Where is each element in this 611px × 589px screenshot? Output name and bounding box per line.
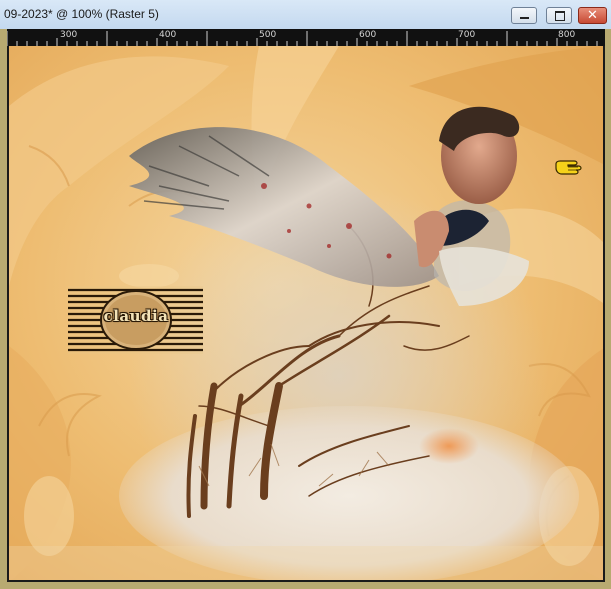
close-icon: ✕ bbox=[587, 8, 598, 23]
minimize-icon bbox=[520, 17, 529, 19]
image-window: 09-2023* @ 100% (Raster 5) ✕ 300 400 500… bbox=[0, 0, 611, 589]
close-button[interactable]: ✕ bbox=[578, 7, 607, 24]
ruler-label: 500 bbox=[259, 30, 277, 40]
minimize-button[interactable] bbox=[511, 7, 537, 24]
ruler-ticks bbox=[7, 31, 598, 46]
claudia-watermark: claudia bbox=[68, 286, 203, 354]
ruler-label: 600 bbox=[359, 30, 377, 40]
ruler-label: 700 bbox=[458, 30, 476, 40]
window-border-bottom bbox=[0, 582, 611, 589]
horizontal-ruler[interactable]: 300 400 500 600 700 800 bbox=[7, 29, 605, 46]
window-titlebar[interactable]: 09-2023* @ 100% (Raster 5) ✕ bbox=[0, 0, 611, 30]
pointing-hand-icon bbox=[554, 158, 588, 176]
maximize-icon bbox=[555, 11, 565, 21]
ruler-label: 400 bbox=[159, 30, 177, 40]
window-border-right bbox=[605, 29, 611, 589]
window-title: 09-2023* @ 100% (Raster 5) bbox=[4, 7, 159, 21]
window-border-left bbox=[0, 29, 7, 589]
ruler-label: 300 bbox=[60, 30, 78, 40]
ruler-label: 800 bbox=[558, 30, 576, 40]
watermark-text: claudia bbox=[103, 307, 169, 325]
maximize-button[interactable] bbox=[546, 7, 572, 24]
image-canvas[interactable]: claudia bbox=[7, 46, 605, 582]
